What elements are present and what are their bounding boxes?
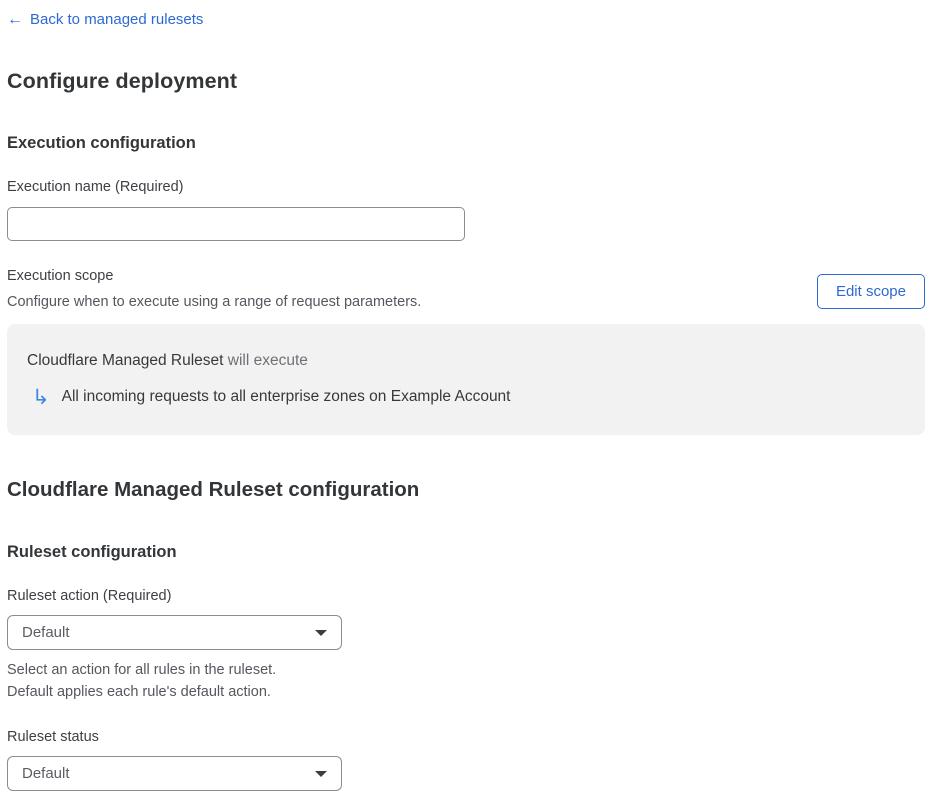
edit-scope-button[interactable]: Edit scope xyxy=(816,273,925,309)
summary-scope-text: All incoming requests to all enterprise … xyxy=(61,388,511,405)
chevron-down-icon xyxy=(315,630,327,636)
ruleset-action-select[interactable]: Default xyxy=(7,614,342,650)
execution-summary-box: Cloudflare Managed Ruleset will execute … xyxy=(7,323,925,435)
back-arrow-icon: ← xyxy=(7,10,23,28)
ruleset-action-help-line2: Default applies each rule's default acti… xyxy=(7,683,271,700)
execution-scope-text: Execution scope Configure when to execut… xyxy=(7,268,421,313)
ruleset-action-help-line1: Select an action for all rules in the ru… xyxy=(7,661,277,678)
configure-deployment-page: ← Back to managed rulesets Configure dep… xyxy=(0,0,931,793)
execution-scope-description: Configure when to execute using a range … xyxy=(7,293,422,310)
ruleset-status-selected-value: Default xyxy=(22,764,70,782)
execution-configuration-heading: Execution configuration xyxy=(7,133,196,152)
execution-name-label: Execution name (Required) xyxy=(7,178,184,195)
ruleset-status-select[interactable]: Default xyxy=(7,755,342,791)
execution-scope-row: Execution scope Configure when to execut… xyxy=(7,268,925,313)
ruleset-action-field: Ruleset action (Required) Default Select… xyxy=(7,588,925,703)
ruleset-configuration-subheading: Ruleset configuration xyxy=(7,542,177,561)
execution-name-field: Execution name (Required) xyxy=(7,179,925,241)
execution-summary-line: Cloudflare Managed Ruleset will execute xyxy=(27,352,905,370)
back-to-managed-rulesets-link[interactable]: ← Back to managed rulesets xyxy=(7,11,203,28)
execution-scope-label: Execution scope xyxy=(7,267,114,284)
ruleset-action-selected-value: Default xyxy=(22,623,70,641)
chevron-down-icon xyxy=(315,771,327,777)
page-title: Configure deployment xyxy=(7,68,238,93)
ruleset-configuration-section-heading: Cloudflare Managed Ruleset configuration xyxy=(7,477,420,501)
elbow-arrow-icon: ↳ xyxy=(32,385,50,409)
ruleset-status-field: Ruleset status Default Select a status f… xyxy=(7,729,925,793)
execution-summary-scope-line: ↳ All incoming requests to all enterpris… xyxy=(27,387,905,408)
ruleset-status-label: Ruleset status xyxy=(7,728,99,745)
ruleset-action-label: Ruleset action (Required) xyxy=(7,587,172,604)
execution-name-input[interactable] xyxy=(7,206,465,241)
back-link-label: Back to managed rulesets xyxy=(30,11,204,28)
ruleset-action-help: Select an action for all rules in the ru… xyxy=(7,659,925,703)
summary-ruleset-name: Cloudflare Managed Ruleset xyxy=(27,351,224,369)
summary-will-execute: will execute xyxy=(223,351,308,369)
